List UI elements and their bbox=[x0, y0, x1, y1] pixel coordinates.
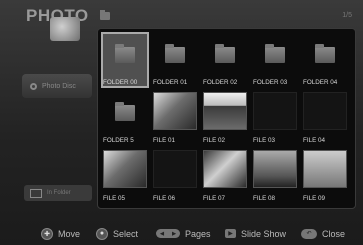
folder-item[interactable]: FOLDER 01 bbox=[151, 32, 199, 88]
select-hint: ● Select bbox=[96, 227, 139, 240]
slideshow-hint: ▶ Slide Show bbox=[225, 229, 286, 239]
thumbnail-grid: FOLDER 00 FOLDER 01 FOLDER 02 FOLDER 03 FOLD… bbox=[97, 28, 356, 209]
close-label: Close bbox=[322, 228, 346, 239]
file-item[interactable]: FILE 03 bbox=[251, 90, 299, 146]
folder-icon bbox=[103, 92, 147, 130]
item-name: FOLDER 01 bbox=[153, 79, 188, 86]
page-counter: 1/5 bbox=[342, 12, 352, 19]
item-name: FOLDER 00 bbox=[103, 79, 138, 86]
item-name: FILE 08 bbox=[253, 195, 276, 202]
folder-icon bbox=[100, 10, 110, 20]
folder-icon bbox=[253, 34, 297, 72]
play-icon: ▶ bbox=[225, 229, 236, 238]
folder-icon bbox=[303, 34, 347, 72]
item-name: FILE 04 bbox=[303, 137, 326, 144]
folder-item[interactable]: FOLDER 5 bbox=[101, 90, 149, 146]
source-photo-disc[interactable]: Photo Disc bbox=[22, 74, 92, 98]
source-label: Photo Disc bbox=[42, 82, 76, 90]
item-name: FILE 07 bbox=[203, 195, 226, 202]
item-name: FILE 03 bbox=[253, 137, 276, 144]
file-item[interactable]: FILE 08 bbox=[251, 148, 299, 204]
item-name: FILE 01 bbox=[153, 137, 176, 144]
photo-thumbnail bbox=[153, 92, 197, 130]
file-item[interactable]: FILE 05 bbox=[101, 148, 149, 204]
folder-icon bbox=[153, 34, 197, 72]
footer-hints: ✚ Move ● Select ◀ ▶ Pages ▶ Slide Show ↶ … bbox=[0, 222, 363, 245]
photo-thumbnail bbox=[253, 150, 297, 188]
pages-hint: ◀ ▶ Pages bbox=[156, 229, 211, 239]
return-icon: ↶ bbox=[301, 228, 317, 239]
item-name: FOLDER 03 bbox=[253, 79, 288, 86]
empty-thumbnail bbox=[153, 150, 197, 188]
photo-thumbnail bbox=[203, 150, 247, 188]
move-hint: ✚ Move bbox=[41, 227, 81, 240]
file-item[interactable]: FILE 07 bbox=[201, 148, 249, 204]
file-item[interactable]: FILE 06 bbox=[151, 148, 199, 204]
photo-menu-screen: PHOTO 1/5 Photo Disc In Folder FOLDER 00… bbox=[0, 0, 363, 245]
folder-item[interactable]: FOLDER 04 bbox=[301, 32, 349, 88]
folder-view-icon bbox=[30, 188, 42, 198]
dpad-icon: ✚ bbox=[41, 227, 53, 240]
folder-item[interactable]: FOLDER 03 bbox=[251, 32, 299, 88]
empty-thumbnail bbox=[253, 92, 297, 130]
slideshow-label: Slide Show bbox=[241, 228, 287, 239]
folder-item[interactable]: FOLDER 00 bbox=[101, 32, 149, 88]
photo-emblem-icon bbox=[50, 17, 80, 41]
move-label: Move bbox=[58, 228, 81, 239]
photo-thumbnail bbox=[203, 92, 247, 130]
close-hint: ↶ Close bbox=[301, 228, 346, 239]
page-skip-icon: ◀ ▶ bbox=[156, 229, 180, 238]
file-item[interactable]: FILE 02 bbox=[201, 90, 249, 146]
in-folder-button[interactable]: In Folder bbox=[24, 185, 92, 201]
folder-icon bbox=[103, 34, 147, 72]
folder-icon bbox=[203, 34, 247, 72]
enter-icon: ● bbox=[96, 227, 108, 240]
item-name: FOLDER 02 bbox=[203, 79, 238, 86]
in-folder-label: In Folder bbox=[47, 190, 71, 196]
item-name: FOLDER 5 bbox=[103, 137, 134, 144]
select-label: Select bbox=[113, 228, 139, 239]
item-name: FILE 09 bbox=[303, 195, 326, 202]
disc-icon bbox=[30, 82, 37, 90]
file-item[interactable]: FILE 01 bbox=[151, 90, 199, 146]
item-name: FILE 06 bbox=[153, 195, 176, 202]
item-name: FOLDER 04 bbox=[303, 79, 338, 86]
pages-label: Pages bbox=[185, 228, 211, 239]
item-name: FILE 02 bbox=[203, 137, 226, 144]
photo-thumbnail bbox=[303, 150, 347, 188]
file-item[interactable]: FILE 04 bbox=[301, 90, 349, 146]
empty-thumbnail bbox=[303, 92, 347, 130]
folder-item[interactable]: FOLDER 02 bbox=[201, 32, 249, 88]
file-item[interactable]: FILE 09 bbox=[301, 148, 349, 204]
photo-thumbnail bbox=[103, 150, 147, 188]
item-name: FILE 05 bbox=[103, 195, 126, 202]
